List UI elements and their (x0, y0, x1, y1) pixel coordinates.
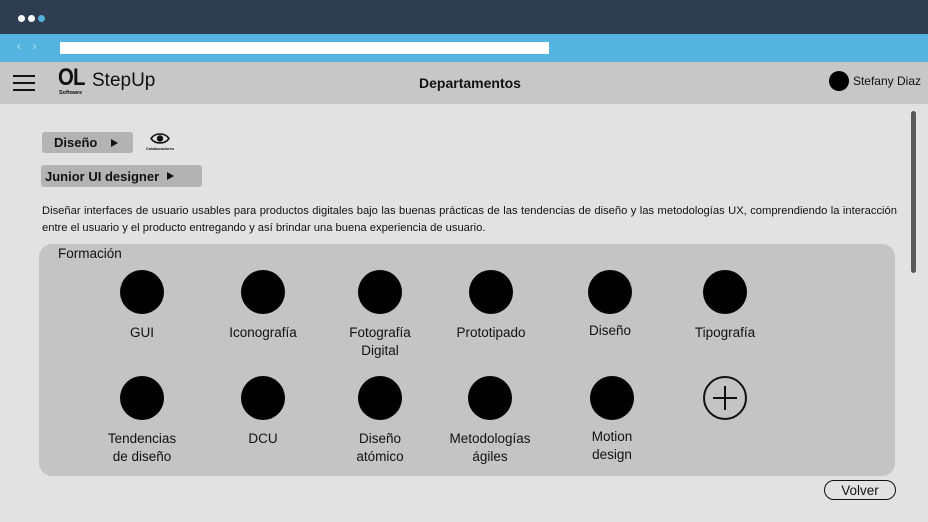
add-skill-button[interactable] (703, 376, 747, 420)
skill-label: Fotografía Digital (349, 325, 411, 358)
browser-nav: ‹ › (17, 41, 36, 53)
skill-label: GUI (129, 325, 154, 340)
skill-icon (590, 376, 634, 420)
breadcrumb-department[interactable]: Diseño (42, 132, 133, 153)
skill-icon (358, 376, 402, 420)
skill-icon (468, 376, 512, 420)
url-input[interactable] (60, 42, 549, 54)
formacion-title: Formación (58, 246, 122, 261)
role-description: Diseñar interfaces de usuario usables pa… (42, 205, 897, 234)
skill-label: Iconografía (229, 325, 297, 340)
window-titlebar (0, 0, 928, 34)
skill-item[interactable]: Motion design (557, 376, 667, 464)
breadcrumb-role-label: Junior UI designer (45, 168, 160, 184)
user-profile[interactable]: Stefany Diaz (828, 71, 921, 91)
skill-label: Diseño atómico (356, 431, 404, 464)
skill-label: Tipografía (694, 325, 756, 340)
skill-icon (469, 270, 513, 314)
skill-item[interactable]: Fotografía Digital (325, 270, 435, 360)
collaborators-button[interactable]: Colaboradores (143, 132, 177, 151)
breadcrumb-role[interactable]: Junior UI designer (41, 165, 202, 187)
back-button[interactable]: Volver (824, 480, 896, 500)
skill-label: Prototipado (456, 325, 526, 340)
skill-icon (588, 270, 632, 314)
skill-label: Diseño (588, 323, 632, 338)
skill-item[interactable]: Metodologías ágiles (435, 376, 545, 466)
skill-item[interactable]: GUI (87, 270, 197, 342)
play-arrow-icon (167, 172, 175, 180)
skill-item[interactable]: DCU (208, 376, 318, 448)
scrollbar-thumb[interactable] (911, 111, 916, 273)
skill-icon (120, 270, 164, 314)
skill-icon (703, 270, 747, 314)
eye-icon (150, 133, 170, 144)
back-arrow-icon[interactable]: ‹ (17, 41, 21, 53)
skill-label: Motion design (591, 429, 633, 462)
formacion-panel: Formación GUI Iconografía Fotografía Dig… (39, 244, 895, 476)
skill-item[interactable]: Diseño (555, 270, 665, 340)
skill-label: Metodologías ágiles (449, 431, 531, 464)
play-arrow-icon (111, 138, 119, 147)
collaborators-label: Colaboradores (145, 146, 175, 151)
skill-item[interactable]: Tendencias de diseño (87, 376, 197, 466)
window-controls (18, 15, 45, 22)
page-title: Departamentos (419, 75, 521, 91)
browser-address-bar: ‹ › (0, 34, 928, 62)
skill-item[interactable]: Iconografía (208, 270, 318, 342)
window-dot-minimize[interactable] (28, 15, 35, 22)
skill-icon (241, 270, 285, 314)
window-dot-maximize[interactable] (38, 15, 45, 22)
skill-icon (358, 270, 402, 314)
skill-icon (120, 376, 164, 420)
user-name: Stefany Diaz (852, 74, 921, 88)
breadcrumb-department-label: Diseño (54, 135, 98, 150)
app-header: OL Software StepUp Departamentos Stefany… (0, 62, 928, 104)
skill-item[interactable]: Prototipado (436, 270, 546, 342)
skill-label: Tendencias de diseño (107, 431, 177, 464)
skill-icon (241, 376, 285, 420)
window-dot-close[interactable] (18, 15, 25, 22)
forward-arrow-icon[interactable]: › (33, 41, 37, 53)
avatar (828, 71, 849, 91)
skill-item[interactable]: Tipografía (670, 270, 780, 342)
skill-item[interactable]: Diseño atómico (325, 376, 435, 466)
skill-label: DCU (248, 431, 278, 446)
